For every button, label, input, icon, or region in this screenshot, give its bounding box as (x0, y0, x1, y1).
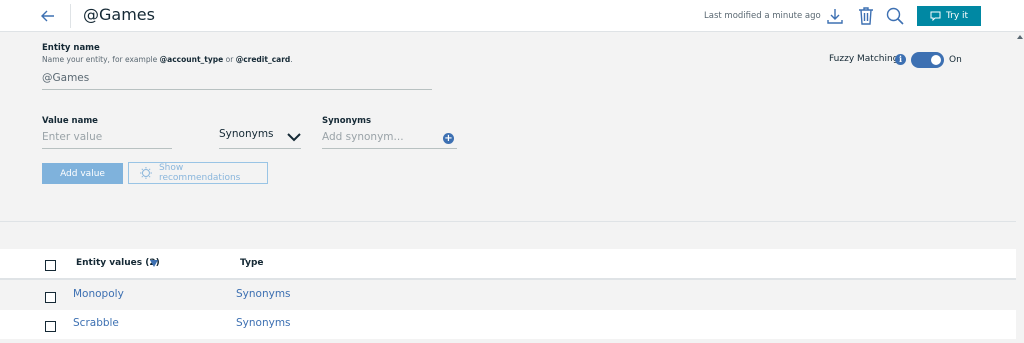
value-name-underline (42, 148, 172, 149)
add-value-button[interactable]: Add value (42, 163, 123, 184)
fuzzy-matching-label: Fuzzy Matching (829, 54, 899, 64)
show-recommendations-label: Show recommendations (158, 163, 241, 183)
toggle-knob (931, 55, 941, 65)
chevron-down-icon[interactable] (286, 131, 302, 143)
entity-name-underline (42, 89, 432, 90)
try-it-label: Try it (945, 11, 969, 21)
select-all-checkbox[interactable] (45, 260, 56, 271)
synonyms-label: Synonyms (322, 116, 372, 126)
row-checkbox[interactable] (45, 321, 56, 332)
column-header-entity-values[interactable]: Entity values (2) (76, 258, 160, 268)
value-name-label: Value name (42, 116, 98, 126)
value-name-input[interactable]: Enter value (42, 131, 102, 143)
fuzzy-matching-toggle[interactable] (911, 52, 944, 68)
entity-type-link[interactable]: Synonyms (236, 317, 291, 329)
table-row: Scrabble Synonyms (0, 310, 1016, 339)
try-it-button[interactable]: Try it (917, 6, 981, 26)
add-synonym-icon[interactable]: + (443, 133, 454, 144)
synonym-input[interactable]: Add synonym... (322, 131, 404, 143)
table-row: Monopoly Synonyms (0, 281, 1016, 310)
back-arrow-icon[interactable] (38, 6, 58, 26)
row-checkbox[interactable] (45, 292, 56, 303)
hint-or: or (223, 55, 236, 64)
last-modified-text: Last modified a minute ago (704, 11, 821, 21)
chat-icon (930, 11, 941, 21)
hint-prefix: Name your entity, for example (42, 55, 160, 64)
hint-example-1: @account_type (159, 55, 224, 64)
add-value-label: Add value (60, 168, 105, 179)
entity-name-label: Entity name (42, 43, 100, 53)
entity-value-link[interactable]: Scrabble (73, 317, 119, 329)
entity-type-link[interactable]: Synonyms (236, 288, 291, 300)
page-header: @Games Last modified a minute ago Try it (0, 0, 1024, 32)
sort-caret-icon[interactable] (150, 260, 158, 267)
section-divider (0, 221, 1024, 222)
vertical-scrollbar[interactable] (1016, 32, 1024, 343)
header-divider (70, 4, 71, 28)
page-title: @Games (83, 5, 155, 24)
search-icon[interactable] (885, 6, 905, 26)
type-select[interactable]: Synonyms (219, 128, 274, 140)
hint-suffix: . (290, 55, 293, 64)
hint-example-2: @credit_card (235, 55, 291, 64)
entity-value-link[interactable]: Monopoly (73, 288, 124, 300)
fuzzy-matching-state: On (949, 55, 962, 65)
download-icon[interactable] (825, 6, 845, 26)
type-select-underline (219, 148, 301, 149)
column-header-type: Type (240, 258, 264, 268)
lightbulb-icon (139, 167, 152, 179)
synonym-underline (322, 148, 457, 149)
trash-icon[interactable] (856, 6, 876, 26)
entity-name-input[interactable]: @Games (42, 72, 89, 84)
info-icon[interactable]: i (895, 54, 906, 65)
scroll-up-arrow-icon[interactable] (1017, 34, 1023, 40)
table-row-partial (0, 339, 1016, 343)
show-recommendations-button[interactable]: Show recommendations (128, 162, 268, 184)
entity-name-hint: Name your entity, for example @account_t… (42, 55, 293, 64)
